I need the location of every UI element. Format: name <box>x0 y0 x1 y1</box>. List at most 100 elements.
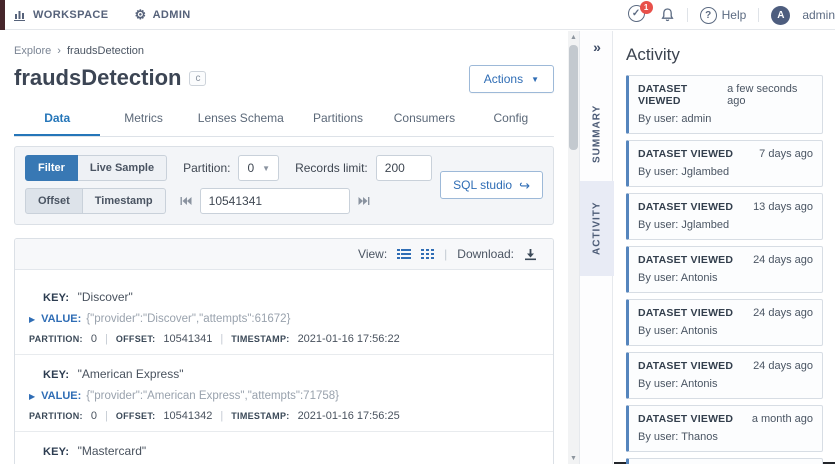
collapse-panel-icon[interactable]: » <box>580 39 614 55</box>
side-rail: » SUMMARY ACTIVITY <box>579 31 614 464</box>
record-key: "American Express" <box>77 367 184 381</box>
scroll-up-arrow[interactable]: ▲ <box>568 31 579 43</box>
divider: | <box>220 410 224 422</box>
activity-time: 24 days ago <box>753 360 813 372</box>
scrollbar-thumb[interactable] <box>569 45 578 150</box>
tab-config[interactable]: Config <box>468 103 554 136</box>
activity-user: By user: Jglambed <box>638 219 730 231</box>
partition-meta-label: PARTITION: <box>29 411 83 421</box>
divider <box>758 8 760 22</box>
skip-to-end-icon[interactable] <box>354 196 374 206</box>
record-key: "Mastercard" <box>77 444 147 458</box>
help-button[interactable]: ? Help <box>699 6 747 24</box>
breadcrumb: Explore › fraudsDetection <box>14 45 554 57</box>
admin-nav-item[interactable]: ⚙ ADMIN <box>135 8 191 21</box>
activity-item[interactable]: DATASET VIEWED 7 days ago By user: Jglam… <box>626 140 823 187</box>
avatar[interactable]: A <box>771 5 791 25</box>
divider: | <box>220 333 224 345</box>
scroll-down-arrow[interactable]: ▼ <box>568 452 579 464</box>
help-label: Help <box>721 8 747 22</box>
tab-metrics[interactable]: Metrics <box>100 103 186 136</box>
breadcrumb-explore[interactable]: Explore <box>14 45 51 57</box>
activity-user: By user: admin <box>638 113 712 125</box>
workspace-label: WORKSPACE <box>33 8 109 21</box>
question-circle-icon: ? <box>699 6 717 24</box>
skip-to-start-icon[interactable] <box>176 196 196 206</box>
activity-user: By user: Jglambed <box>638 166 730 178</box>
partition-select[interactable]: 0 ▼ <box>238 155 280 181</box>
activity-user: By user: Antonis <box>638 272 718 284</box>
notification-badge: 1 <box>639 1 653 14</box>
activity-item[interactable]: DATASET VIEWED a month ago By user: Than… <box>626 405 823 452</box>
grid-view-icon[interactable] <box>421 248 435 260</box>
records-toolbar: View: | Download: <box>15 239 553 270</box>
activity-item[interactable]: DATASET VIEWED 24 days ago By user: Anto… <box>626 299 823 346</box>
record-row[interactable]: KEY: "American Express" ▶ VALUE: {"provi… <box>15 355 553 432</box>
breadcrumb-current: fraudsDetection <box>66 45 145 57</box>
bell-icon[interactable] <box>660 7 675 23</box>
sql-studio-button[interactable]: SQL studio ↪ <box>440 171 543 199</box>
offset-value-input[interactable] <box>199 188 350 214</box>
partition-label: Partition: <box>183 161 231 175</box>
partition-value: 0 <box>247 161 255 175</box>
open-in-new-arrow-icon: ↪ <box>519 177 530 193</box>
username-label[interactable]: admin <box>802 8 835 22</box>
list-view-icon[interactable] <box>397 248 412 260</box>
activity-time: 24 days ago <box>753 254 813 266</box>
records-panel: View: | Download: KEY: "Discover" ▶ VALU… <box>14 238 554 464</box>
tab-lenses-schema[interactable]: Lenses Schema <box>187 103 295 136</box>
chevron-down-icon: ▼ <box>531 74 539 84</box>
filter-mode-button[interactable]: Filter <box>25 155 78 181</box>
activity-panel-title: Activity <box>626 45 680 64</box>
record-row[interactable]: KEY: "Mastercard" ▶ VALUE: {"provider":"… <box>15 432 553 464</box>
page-title: fraudsDetection c <box>14 65 207 91</box>
activity-item[interactable]: DATASET VIEWED 24 days ago By user: Anto… <box>626 352 823 399</box>
timestamp-meta-label: TIMESTAMP: <box>231 411 290 421</box>
sql-studio-label: SQL studio <box>453 178 513 192</box>
actions-label: Actions <box>483 72 524 86</box>
records-limit-label: Records limit: <box>295 161 368 175</box>
divider <box>686 8 688 22</box>
gear-icon: ⚙ <box>134 7 147 22</box>
key-label: KEY: <box>43 369 70 381</box>
activity-user: By user: Antonis <box>638 378 718 390</box>
activity-item[interactable]: DATASET VIEWED a few seconds ago By user… <box>626 75 823 134</box>
activity-item[interactable]: DATASET VIEWED 24 days ago By user: Anto… <box>626 246 823 293</box>
activity-user: By user: Antonis <box>638 325 718 337</box>
activity-item[interactable]: DATASET VIEWED 13 days ago By user: Jgla… <box>626 193 823 240</box>
topic-name: fraudsDetection <box>14 65 182 90</box>
audit-notifications-button[interactable]: ✓ 1 <box>627 1 653 25</box>
offset-mode-button[interactable]: Offset <box>25 188 83 214</box>
rail-tab-summary[interactable]: SUMMARY <box>580 86 614 181</box>
records-limit-input[interactable] <box>375 155 432 181</box>
records-list: KEY: "Discover" ▶ VALUE: {"provider":"Di… <box>15 270 553 464</box>
record-offset: 10541341 <box>163 333 213 345</box>
record-value: {"provider":"Discover","attempts":61672} <box>86 313 291 325</box>
tab-data[interactable]: Data <box>14 103 101 136</box>
record-row[interactable]: KEY: "Discover" ▶ VALUE: {"provider":"Di… <box>15 270 553 355</box>
divider: | <box>104 333 108 345</box>
activity-time: a month ago <box>751 413 813 425</box>
expand-triangle-icon[interactable]: ▶ <box>29 392 35 401</box>
expand-triangle-icon[interactable]: ▶ <box>29 315 35 324</box>
main-scrollbar[interactable]: ▲ ▼ <box>568 31 579 464</box>
timestamp-mode-button[interactable]: Timestamp <box>82 188 166 214</box>
activity-time: 24 days ago <box>753 307 813 319</box>
value-label: VALUE: <box>41 313 82 325</box>
top-navigation-bar: WORKSPACE ⚙ ADMIN ✓ 1 ? Help A admin <box>0 0 835 30</box>
activity-user: By user: Thanos <box>638 431 718 443</box>
live-sample-mode-button[interactable]: Live Sample <box>77 155 168 181</box>
query-filter-panel: Filter Live Sample Partition: 0 ▼ Record… <box>14 146 554 225</box>
view-label: View: <box>358 247 388 261</box>
main-content-area: Explore › fraudsDetection fraudsDetectio… <box>0 31 568 464</box>
download-icon[interactable] <box>524 248 537 261</box>
record-offset: 10541342 <box>163 410 213 422</box>
rail-tab-activity[interactable]: ACTIVITY <box>580 181 614 276</box>
workspace-nav-item[interactable]: WORKSPACE <box>14 9 109 21</box>
tab-consumers[interactable]: Consumers <box>381 103 467 136</box>
activity-time: 13 days ago <box>753 201 813 213</box>
divider: | <box>104 410 108 422</box>
activity-item[interactable]: TOPIC UPDATE a month ago By user: Adamos <box>626 458 823 464</box>
actions-button[interactable]: Actions ▼ <box>468 65 554 93</box>
tab-partitions[interactable]: Partitions <box>295 103 381 136</box>
